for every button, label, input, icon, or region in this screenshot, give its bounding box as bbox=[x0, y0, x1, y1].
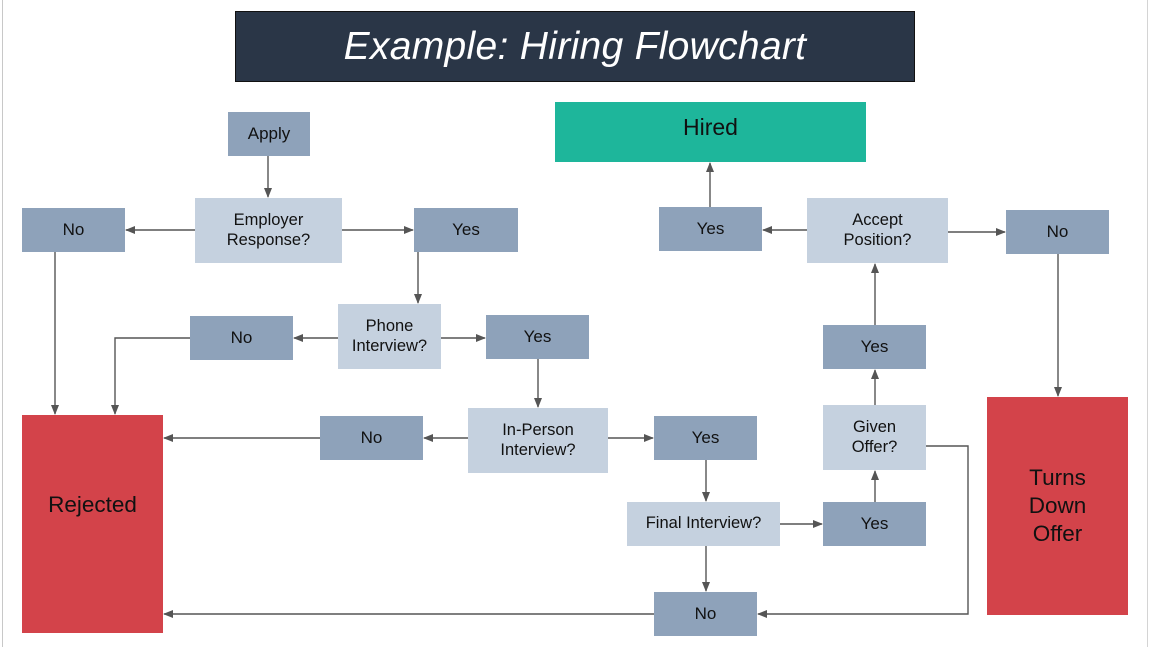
node-hired: Hired bbox=[555, 102, 866, 162]
node-phone-interview: Phone Interview? bbox=[338, 304, 441, 369]
node-employer-yes: Yes bbox=[414, 208, 518, 252]
node-phone-yes: Yes bbox=[486, 315, 589, 359]
node-given-offer: Given Offer? bbox=[823, 405, 926, 470]
edge-phone-no-rejected bbox=[111, 337, 190, 415]
node-label: No bbox=[1046, 221, 1069, 241]
node-employer-response: Employer Response? bbox=[195, 198, 342, 263]
node-label: Turns Down Offer bbox=[1028, 464, 1087, 547]
node-final-interview: Final Interview? bbox=[627, 502, 780, 546]
node-turns-down-offer: Turns Down Offer bbox=[987, 397, 1128, 615]
node-final-no: No bbox=[654, 592, 757, 636]
node-accept-yes: Yes bbox=[659, 207, 762, 251]
node-label: Yes bbox=[696, 218, 725, 238]
node-label: Yes bbox=[860, 336, 889, 356]
node-accept-position: Accept Position? bbox=[807, 198, 948, 263]
node-accept-no: No bbox=[1006, 210, 1109, 254]
node-label: Accept Position? bbox=[843, 210, 912, 249]
node-label: No bbox=[694, 603, 717, 623]
node-final-yes: Yes bbox=[823, 502, 926, 546]
node-label: Final Interview? bbox=[645, 514, 762, 533]
node-in-person-interview: In-Person Interview? bbox=[468, 408, 608, 473]
node-label: Employer Response? bbox=[226, 210, 311, 249]
node-in-person-yes: Yes bbox=[654, 416, 757, 460]
node-in-person-no: No bbox=[320, 416, 423, 460]
node-label: Given Offer? bbox=[851, 417, 898, 456]
node-label: No bbox=[62, 219, 85, 239]
node-label: Yes bbox=[523, 326, 552, 346]
node-rejected: Rejected bbox=[22, 415, 163, 633]
node-label: Phone Interview? bbox=[351, 316, 428, 355]
node-label: Yes bbox=[452, 219, 480, 239]
node-label: No bbox=[230, 327, 253, 347]
node-label: Yes bbox=[860, 513, 889, 533]
node-label: Apply bbox=[247, 123, 291, 143]
node-offer-yes: Yes bbox=[823, 325, 926, 369]
node-apply: Apply bbox=[228, 112, 310, 156]
node-phone-no: No bbox=[190, 316, 293, 360]
node-label: Hired bbox=[683, 114, 738, 141]
node-label: No bbox=[360, 427, 383, 447]
node-label: Yes bbox=[691, 427, 720, 447]
node-label: Rejected bbox=[48, 491, 137, 517]
node-label: In-Person Interview? bbox=[500, 420, 576, 459]
node-employer-no: No bbox=[22, 208, 125, 252]
